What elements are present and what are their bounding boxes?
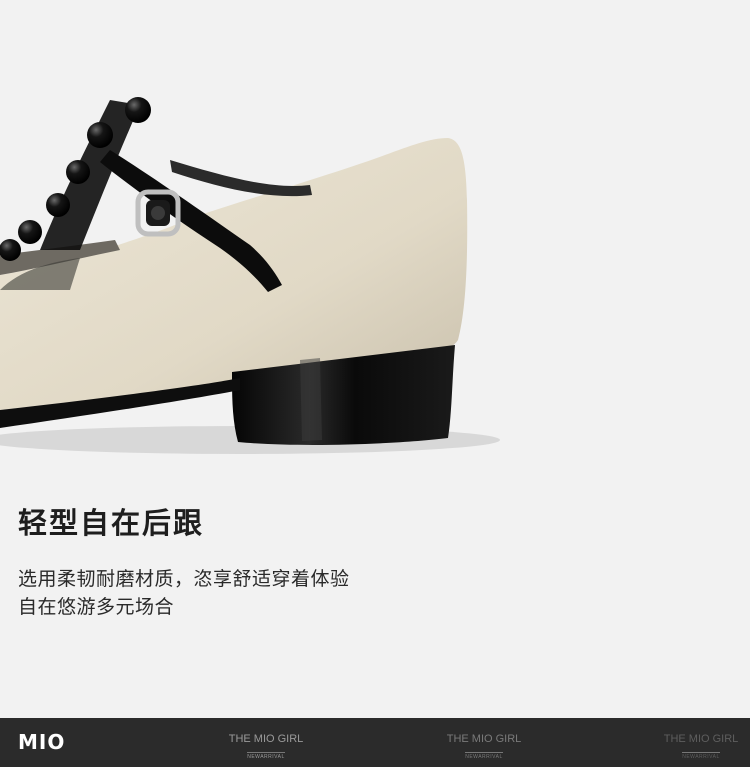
watermark-main-text: THE MIO GIRL <box>663 733 739 745</box>
footer-bar: MIO THE MIO GIRL NEWARRIVAL THE MIO GIRL… <box>0 718 750 767</box>
feature-section: 轻型自在后跟 选用柔韧耐磨材质，恣享舒适穿着体验 自在悠游多元场合 <box>18 503 718 621</box>
feature-title: 轻型自在后跟 <box>18 506 205 540</box>
watermark-sub-text: NEWARRIVAL <box>682 752 720 760</box>
brand-logo: MIO <box>18 730 66 754</box>
feature-description-line-2: 自在悠游多元场合 <box>18 596 175 618</box>
watermark-main-text: THE MIO GIRL <box>228 733 304 745</box>
product-photo <box>0 0 750 470</box>
watermark-sub-text: NEWARRIVAL <box>465 752 503 760</box>
watermark-main-text: THE MIO GIRL <box>446 733 522 745</box>
feature-description-line-1: 选用柔韧耐磨材质，恣享舒适穿着体验 <box>18 568 350 590</box>
watermark-logo: THE MIO GIRL NEWARRIVAL <box>656 733 746 763</box>
watermark-logo: THE MIO GIRL NEWARRIVAL <box>221 733 311 763</box>
watermark-logo: THE MIO GIRL NEWARRIVAL <box>439 733 529 763</box>
watermark-sub-text: NEWARRIVAL <box>247 752 285 760</box>
feature-description: 选用柔韧耐磨材质，恣享舒适穿着体验 自在悠游多元场合 <box>18 565 718 621</box>
